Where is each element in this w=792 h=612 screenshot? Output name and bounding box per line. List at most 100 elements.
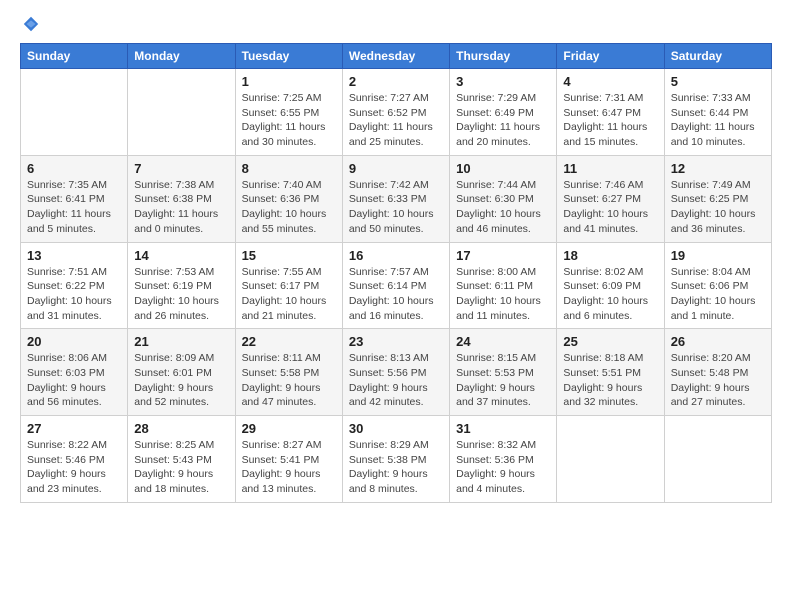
day-cell [21, 69, 128, 156]
day-number: 5 [671, 74, 765, 89]
day-info: Sunrise: 8:11 AMSunset: 5:58 PMDaylight:… [242, 351, 336, 410]
day-cell: 4Sunrise: 7:31 AMSunset: 6:47 PMDaylight… [557, 69, 664, 156]
day-cell: 17 Sunrise: 8:00 AMSunset: 6:11 PMDayligh… [450, 242, 557, 329]
day-cell: 27Sunrise: 8:22 AMSunset: 5:46 PMDayligh… [21, 416, 128, 503]
day-cell: 9 Sunrise: 7:42 AMSunset: 6:33 PMDaylight… [342, 155, 449, 242]
day-cell: 10 Sunrise: 7:44 AMSunset: 6:30 PMDayligh… [450, 155, 557, 242]
day-cell: 15 Sunrise: 7:55 AMSunset: 6:17 PMDayligh… [235, 242, 342, 329]
day-info: Sunrise: 8:13 AMSunset: 5:56 PMDaylight:… [349, 351, 443, 410]
day-number: 21 [134, 334, 228, 349]
day-cell: 25Sunrise: 8:18 AMSunset: 5:51 PMDayligh… [557, 329, 664, 416]
day-info: Sunrise: 7:51 AMSunset: 6:22 PMDaylight:… [27, 265, 121, 324]
day-cell: 2 Sunrise: 7:27 AMSunset: 6:52 PMDaylight… [342, 69, 449, 156]
day-number: 12 [671, 161, 765, 176]
logo [20, 15, 40, 33]
day-info: Sunrise: 7:25 AMSunset: 6:55 PMDaylight:… [242, 91, 336, 150]
day-cell: 5Sunrise: 7:33 AMSunset: 6:44 PMDaylight… [664, 69, 771, 156]
day-info: Sunrise: 8:00 AMSunset: 6:11 PMDaylight:… [456, 265, 550, 324]
day-number: 20 [27, 334, 121, 349]
day-info: Sunrise: 7:44 AMSunset: 6:30 PMDaylight:… [456, 178, 550, 237]
day-number: 9 [349, 161, 443, 176]
day-number: 22 [242, 334, 336, 349]
week-row-5: 27Sunrise: 8:22 AMSunset: 5:46 PMDayligh… [21, 416, 772, 503]
day-cell [128, 69, 235, 156]
day-number: 2 [349, 74, 443, 89]
day-cell [664, 416, 771, 503]
page: SundayMondayTuesdayWednesdayThursdayFrid… [0, 0, 792, 612]
day-info: Sunrise: 8:20 AMSunset: 5:48 PMDaylight:… [671, 351, 765, 410]
calendar-body: 1 Sunrise: 7:25 AMSunset: 6:55 PMDaylight… [21, 69, 772, 503]
day-info: Sunrise: 7:55 AMSunset: 6:17 PMDaylight:… [242, 265, 336, 324]
day-number: 27 [27, 421, 121, 436]
logo-icon [22, 15, 40, 33]
day-cell: 18 Sunrise: 8:02 AMSunset: 6:09 PMDayligh… [557, 242, 664, 329]
weekday-header-friday: Friday [557, 44, 664, 69]
day-cell: 11 Sunrise: 7:46 AMSunset: 6:27 PMDayligh… [557, 155, 664, 242]
day-cell: 8Sunrise: 7:40 AMSunset: 6:36 PMDaylight… [235, 155, 342, 242]
day-info: Sunrise: 8:32 AMSunset: 5:36 PMDaylight:… [456, 438, 550, 497]
day-cell: 20 Sunrise: 8:06 AMSunset: 6:03 PMDayligh… [21, 329, 128, 416]
day-info: Sunrise: 7:53 AMSunset: 6:19 PMDaylight:… [134, 265, 228, 324]
week-row-1: 1 Sunrise: 7:25 AMSunset: 6:55 PMDaylight… [21, 69, 772, 156]
day-number: 24 [456, 334, 550, 349]
day-cell: 28Sunrise: 8:25 AMSunset: 5:43 PMDayligh… [128, 416, 235, 503]
day-info: Sunrise: 8:27 AMSunset: 5:41 PMDaylight:… [242, 438, 336, 497]
week-row-4: 20 Sunrise: 8:06 AMSunset: 6:03 PMDayligh… [21, 329, 772, 416]
day-info: Sunrise: 7:27 AMSunset: 6:52 PMDaylight:… [349, 91, 443, 150]
calendar-header: SundayMondayTuesdayWednesdayThursdayFrid… [21, 44, 772, 69]
day-cell: 21 Sunrise: 8:09 AMSunset: 6:01 PMDayligh… [128, 329, 235, 416]
day-cell: 29 Sunrise: 8:27 AMSunset: 5:41 PMDayligh… [235, 416, 342, 503]
day-cell: 14Sunrise: 7:53 AMSunset: 6:19 PMDayligh… [128, 242, 235, 329]
day-info: Sunrise: 7:46 AMSunset: 6:27 PMDaylight:… [563, 178, 657, 237]
day-number: 17 [456, 248, 550, 263]
day-info: Sunrise: 7:29 AMSunset: 6:49 PMDaylight:… [456, 91, 550, 150]
day-cell: 3 Sunrise: 7:29 AMSunset: 6:49 PMDaylight… [450, 69, 557, 156]
day-number: 8 [242, 161, 336, 176]
day-cell: 13 Sunrise: 7:51 AMSunset: 6:22 PMDayligh… [21, 242, 128, 329]
day-info: Sunrise: 7:31 AMSunset: 6:47 PMDaylight:… [563, 91, 657, 150]
day-number: 30 [349, 421, 443, 436]
calendar-table: SundayMondayTuesdayWednesdayThursdayFrid… [20, 43, 772, 503]
day-number: 1 [242, 74, 336, 89]
day-number: 10 [456, 161, 550, 176]
day-info: Sunrise: 8:04 AMSunset: 6:06 PMDaylight:… [671, 265, 765, 324]
day-cell: 31Sunrise: 8:32 AMSunset: 5:36 PMDayligh… [450, 416, 557, 503]
day-info: Sunrise: 8:18 AMSunset: 5:51 PMDaylight:… [563, 351, 657, 410]
weekday-header-monday: Monday [128, 44, 235, 69]
day-cell: 19 Sunrise: 8:04 AMSunset: 6:06 PMDayligh… [664, 242, 771, 329]
day-info: Sunrise: 8:15 AMSunset: 5:53 PMDaylight:… [456, 351, 550, 410]
day-info: Sunrise: 8:06 AMSunset: 6:03 PMDaylight:… [27, 351, 121, 410]
day-number: 16 [349, 248, 443, 263]
day-number: 7 [134, 161, 228, 176]
header [20, 15, 772, 33]
day-info: Sunrise: 8:02 AMSunset: 6:09 PMDaylight:… [563, 265, 657, 324]
day-info: Sunrise: 8:09 AMSunset: 6:01 PMDaylight:… [134, 351, 228, 410]
day-info: Sunrise: 8:25 AMSunset: 5:43 PMDaylight:… [134, 438, 228, 497]
day-cell: 24 Sunrise: 8:15 AMSunset: 5:53 PMDayligh… [450, 329, 557, 416]
day-cell: 16 Sunrise: 7:57 AMSunset: 6:14 PMDayligh… [342, 242, 449, 329]
day-info: Sunrise: 7:42 AMSunset: 6:33 PMDaylight:… [349, 178, 443, 237]
day-number: 6 [27, 161, 121, 176]
day-number: 11 [563, 161, 657, 176]
day-cell: 1 Sunrise: 7:25 AMSunset: 6:55 PMDaylight… [235, 69, 342, 156]
weekday-header-saturday: Saturday [664, 44, 771, 69]
day-number: 15 [242, 248, 336, 263]
day-cell: 12 Sunrise: 7:49 AMSunset: 6:25 PMDayligh… [664, 155, 771, 242]
day-info: Sunrise: 7:49 AMSunset: 6:25 PMDaylight:… [671, 178, 765, 237]
day-info: Sunrise: 7:38 AMSunset: 6:38 PMDaylight:… [134, 178, 228, 237]
day-cell: 26 Sunrise: 8:20 AMSunset: 5:48 PMDayligh… [664, 329, 771, 416]
day-number: 18 [563, 248, 657, 263]
weekday-header-wednesday: Wednesday [342, 44, 449, 69]
day-number: 26 [671, 334, 765, 349]
day-number: 3 [456, 74, 550, 89]
weekday-header-tuesday: Tuesday [235, 44, 342, 69]
day-info: Sunrise: 7:57 AMSunset: 6:14 PMDaylight:… [349, 265, 443, 324]
day-number: 19 [671, 248, 765, 263]
day-number: 23 [349, 334, 443, 349]
weekday-row: SundayMondayTuesdayWednesdayThursdayFrid… [21, 44, 772, 69]
day-number: 29 [242, 421, 336, 436]
day-info: Sunrise: 7:35 AMSunset: 6:41 PMDaylight:… [27, 178, 121, 237]
day-cell: 6 Sunrise: 7:35 AMSunset: 6:41 PMDaylight… [21, 155, 128, 242]
week-row-2: 6 Sunrise: 7:35 AMSunset: 6:41 PMDaylight… [21, 155, 772, 242]
day-number: 13 [27, 248, 121, 263]
